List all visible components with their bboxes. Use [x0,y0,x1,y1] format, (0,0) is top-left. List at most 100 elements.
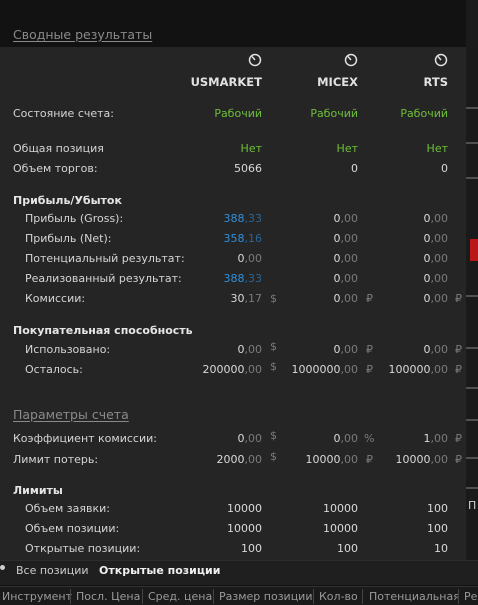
row-label: Состояние счета: [13,107,114,120]
position-volume-row: Объем позиции: 10000 10000 100 [0,522,466,540]
status-value: Рабочий [400,107,448,120]
column-header-position-size[interactable]: Размер позиции [219,590,312,603]
amount-value: 0,00 [333,212,359,225]
limit-value: 10000 [227,502,262,515]
tab-open-positions[interactable]: Открытые позиции [99,564,220,577]
amount-value: 30,17 [230,292,263,305]
amount-value: 0,00 [423,232,449,245]
currency-unit: ₽ [455,343,462,356]
currency-unit: ₽ [366,343,373,356]
divider [466,457,478,459]
currency-unit: ₽ [455,363,462,376]
amount-value: 0,00 [423,343,449,356]
currency-unit: $ [270,360,277,373]
column-separator[interactable] [213,589,214,604]
column-header-realized[interactable]: Ре [464,590,477,603]
column-header-last-price[interactable]: Посл. Цена [76,590,140,603]
status-value: Рабочий [214,107,262,120]
divider [466,142,478,144]
gross-profit-row: Прибыль (Gross): 388,33 0,00 0,00 [0,212,466,230]
edge-text: П [468,499,477,512]
divider [466,387,478,389]
column-header-avg-price[interactable]: Сред. цена [148,590,212,603]
row-label: Общая позиция [13,142,104,155]
divider [466,177,478,179]
amount-value: 100000,00 [388,363,449,376]
amount-value: 388,33 [223,272,263,285]
currency-unit: $ [270,340,277,353]
limit-value: 100 [427,502,448,515]
amount-value: 0,00 [333,292,359,305]
summary-title[interactable]: Сводные результаты [13,27,152,42]
amount-value: 0,00 [237,252,263,265]
currency-unit: ₽ [455,432,462,445]
column-header-micex: MICEX [278,53,358,89]
column-separator[interactable] [313,589,314,604]
row-label: Объем позиции: [25,522,120,535]
amount-value: 0,00 [333,272,359,285]
used-row: Использовано: 0,00 $ 0,00 ₽ 0,00 ₽ [0,340,466,361]
realized-result-row: Реализованный результат: 388,33 0,00 0,0… [0,272,466,290]
amount-value: 0,00 [423,252,449,265]
amount-value: 2000,00 [216,453,263,466]
gauge-icon[interactable] [248,53,262,67]
column-header-potential[interactable]: Потенциальная [369,590,460,603]
row-label: Реализованный результат: [25,272,182,285]
potential-result-row: Потенциальный результат: 0,00 0,00 0,00 [0,252,466,270]
amount-value: 0,00 [237,432,263,445]
amount-value: 0,00 [333,343,359,356]
trade-volume-row: Объем торгов: 5066 0 0 [0,162,466,180]
volume-value: 0 [351,162,358,175]
row-label: Потенциальный результат: [25,252,185,265]
currency-unit: $ [270,429,277,442]
buying-power-heading-row: Покупательная способность [0,324,466,342]
remaining-row: Осталось: 200000,00 $ 1000000,00 ₽ 10000… [0,360,466,381]
column-separator[interactable] [458,589,459,604]
currency-unit: ₽ [366,453,373,466]
summary-panel: USMARKET MICEX RTS Состояние счета: Рабо… [0,47,466,560]
currency-unit: ₽ [366,363,373,376]
column-separator[interactable] [362,589,363,604]
divider [466,107,478,109]
currency-unit: $ [270,450,277,463]
tab-all-positions[interactable]: Все позиции [16,564,89,577]
limit-value: 100 [427,522,448,535]
row-label: Использовано: [25,343,111,356]
limits-heading-row: Лимиты [0,484,466,502]
account-params-title[interactable]: Параметры счета [13,407,129,422]
limit-value: 10000 [323,502,358,515]
amount-value: 358,16 [223,232,263,245]
positions-table-header: Инструмент Посл. Цена Сред. цена Размер … [0,586,478,605]
row-label: Объем заявки: [25,502,110,515]
column-separator[interactable] [142,589,143,604]
side-strip [466,0,478,47]
divider [466,419,478,421]
row-label: Лимит потерь: [13,453,99,466]
row-label: Прибыль (Gross): [25,212,124,225]
amount-value: 388,33 [223,212,263,225]
section-heading: Прибыль/Убыток [13,194,122,207]
limit-value: 10000 [227,522,262,535]
column-name: USMARKET [190,75,262,89]
open-positions-row: Открытые позиции: 100 100 10 [0,542,466,560]
commissions-row: Комиссии: 30,17 $ 0,00 ₽ 0,00 ₽ [0,292,466,310]
currency-unit: $ [270,292,277,305]
divider [466,487,478,489]
amount-value: 1000000,00 [291,363,359,376]
gauge-icon[interactable] [434,53,448,67]
limit-value: 10 [434,542,448,555]
amount-value: 10000,00 [305,453,359,466]
currency-unit: ₽ [455,292,462,305]
amount-value: 0,00 [333,252,359,265]
column-header-instrument[interactable]: Инструмент [2,590,72,603]
gauge-icon[interactable] [344,53,358,67]
row-label: Коэффициент комиссии: [13,432,157,445]
amount-value: 0,00 [423,292,449,305]
position-value: Нет [240,142,262,155]
currency-unit: ₽ [455,453,462,466]
column-separator[interactable] [70,589,71,604]
loss-limit-row: Лимит потерь: 2000,00 $ 10000,00 ₽ 10000… [0,450,466,471]
amount-value: 200000,00 [202,363,263,376]
net-profit-row: Прибыль (Net): 358,16 0,00 0,00 [0,232,466,250]
column-header-quantity[interactable]: Кол-во [319,590,358,603]
